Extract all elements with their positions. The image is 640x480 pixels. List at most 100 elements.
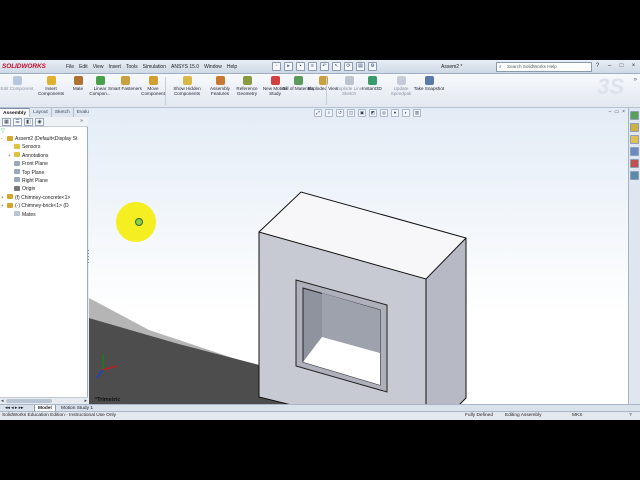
panel-expand-icon[interactable]: » — [77, 118, 86, 126]
plane-icon — [14, 169, 20, 175]
file-explorer-icon[interactable] — [630, 135, 639, 144]
edit-appearance-icon[interactable]: ● — [391, 109, 399, 117]
maximize-button[interactable]: □ — [617, 62, 626, 71]
solidworks-logo[interactable]: SOLIDWORKS — [2, 63, 46, 70]
tree-node[interactable]: Top Plane — [0, 169, 88, 177]
tree-horizontal-scrollbar[interactable]: ◂ ▸ — [0, 397, 88, 404]
menu-file[interactable]: File — [66, 64, 74, 70]
menu-simulation[interactable]: Simulation — [143, 64, 166, 70]
title-bar: SOLIDWORKS File Edit View Insert Tools S… — [0, 60, 640, 74]
command-label: Edit Component — [0, 86, 34, 91]
graphics-window-controls: – ▭ × — [609, 109, 625, 115]
command-edit-component-button[interactable]: Edit Component — [0, 76, 34, 91]
toolbar-separator — [165, 77, 166, 105]
expand-chevron-icon[interactable]: » — [634, 77, 637, 83]
tree-node[interactable]: + Annotations — [0, 152, 88, 160]
display-style-icon[interactable]: ◩ — [369, 109, 377, 117]
task-pane — [628, 108, 640, 404]
solidworks-window: SOLIDWORKS File Edit View Insert Tools S… — [0, 60, 640, 420]
rebuild-icon[interactable]: ⟳ — [344, 62, 353, 71]
command-take-snapshot-button[interactable]: Take Snapshot — [412, 76, 446, 91]
open-icon[interactable]: ▸ — [284, 62, 293, 71]
hide-show-items-icon[interactable]: ◎ — [380, 109, 388, 117]
menu-tools[interactable]: Tools — [126, 64, 138, 70]
menu-ansys[interactable]: ANSYS 15.0 — [171, 64, 199, 70]
toolbar-separator — [326, 77, 327, 105]
filter-icon[interactable]: ▽ — [1, 128, 5, 134]
explode-line-sketch-icon — [344, 76, 354, 85]
command-label: Reference Geometry — [236, 86, 258, 96]
zoom-to-fit-icon[interactable]: ⤢ — [314, 109, 322, 117]
tab-assembly[interactable]: Assembly — [0, 108, 31, 117]
menu-help[interactable]: Help — [227, 64, 237, 70]
tree-node[interactable]: Origin — [0, 185, 88, 193]
tree-node[interactable]: + (-) Chimney-brick<1> (D — [0, 202, 88, 210]
tree-node[interactable]: Right Plane — [0, 177, 88, 185]
configuration-manager-tab-icon[interactable]: ◧ — [24, 118, 33, 126]
feature-manager-tab-icon[interactable]: ▦ — [2, 118, 11, 126]
tree-node[interactable]: Mates — [0, 211, 88, 219]
help-search-placeholder: Search SolidWorks Help — [507, 64, 557, 69]
tree-node[interactable]: + (f) Chimney-concrete<1> — [0, 194, 88, 202]
scrollbar-thumb[interactable] — [6, 399, 52, 403]
command-label: Instant3D — [362, 86, 382, 91]
minimize-button[interactable]: – — [605, 62, 614, 71]
view-orientation-label: *Trimetric — [95, 397, 121, 403]
custom-properties-icon[interactable] — [630, 171, 639, 180]
tab-layout[interactable]: Layout — [30, 108, 52, 117]
restore-viewport-icon[interactable]: – — [609, 109, 612, 115]
tree-node[interactable]: Sensors — [0, 143, 88, 151]
menu-edit[interactable]: Edit — [79, 64, 88, 70]
help-icon[interactable]: ? — [593, 62, 602, 71]
move-component-icon — [148, 76, 158, 85]
close-button[interactable]: × — [629, 62, 638, 71]
menu-view[interactable]: View — [93, 64, 104, 70]
undo-icon[interactable]: ↶ — [320, 62, 329, 71]
menu-window[interactable]: Window — [204, 64, 222, 70]
tile-viewport-icon[interactable]: ▭ — [614, 109, 619, 115]
feature-manager-tree-panel: ▦ ☰ ◧ ◉ » ▽ - Assem2 (Default<Display St S… — [0, 117, 88, 404]
close-viewport-icon[interactable]: × — [622, 109, 625, 115]
design-library-icon[interactable] — [630, 123, 639, 132]
section-view-icon[interactable]: ◫ — [347, 109, 355, 117]
zoom-to-area-icon[interactable]: ⌕ — [325, 109, 333, 117]
status-defined: Fully Defined — [465, 413, 493, 418]
command-label: Take Snapshot — [413, 86, 445, 91]
tree-node[interactable]: - Assem2 (Default<Display St — [0, 135, 88, 143]
tab-sketch[interactable]: Sketch — [52, 108, 74, 117]
save-icon[interactable]: ▪ — [296, 62, 305, 71]
view-palette-icon[interactable] — [630, 147, 639, 156]
tree-node[interactable]: Front Plane — [0, 160, 88, 168]
select-icon[interactable]: ↖ — [332, 62, 341, 71]
previous-view-icon[interactable]: ↺ — [336, 109, 344, 117]
view-settings-icon[interactable]: ▥ — [413, 109, 421, 117]
options-icon[interactable]: ⚙ — [368, 62, 377, 71]
menu-insert[interactable]: Insert — [108, 64, 121, 70]
appearances-icon[interactable] — [630, 159, 639, 168]
mate-icon — [73, 76, 83, 85]
edit-component-icon — [12, 76, 22, 85]
status-help-icon[interactable]: ? — [629, 412, 632, 420]
display-manager-tab-icon[interactable]: ◉ — [35, 118, 44, 126]
search-icon: ⌕ — [499, 64, 502, 69]
status-units[interactable]: MKS — [572, 412, 582, 420]
assembly-features-icon — [215, 76, 225, 85]
heads-up-view-toolbar: ⤢ ⌕ ↺ ◫ ▣ ◩ ◎ ● ◐ ▥ — [314, 109, 421, 117]
command-show-hidden-button[interactable]: Show Hidden Components — [170, 76, 204, 96]
apply-scene-icon[interactable]: ◐ — [402, 109, 410, 117]
command-label: Update Speedpak — [390, 86, 412, 96]
graphics-area[interactable]: ⤢ ⌕ ↺ ◫ ▣ ◩ ◎ ● ◐ ▥ – ▭ × *Trimetric — [89, 108, 628, 404]
print-icon[interactable]: ≡ — [308, 62, 317, 71]
help-search-input[interactable]: ⌕ Search SolidWorks Help — [496, 62, 592, 72]
property-manager-tab-icon[interactable]: ☰ — [13, 118, 22, 126]
tree-node-label: (f) Chimney-concrete<1> — [15, 194, 71, 201]
assembly-icon — [7, 135, 13, 141]
view-orientation-icon[interactable]: ▣ — [358, 109, 366, 117]
tree-node-label: Mates — [22, 211, 36, 218]
solidworks-resources-icon[interactable] — [630, 111, 639, 120]
file-properties-icon[interactable]: ▤ — [356, 62, 365, 71]
command-label: Move Component — [141, 86, 165, 96]
new-document-icon[interactable]: ▫ — [272, 62, 281, 71]
command-label: Show Hidden Components — [173, 86, 201, 96]
status-edition: SolidWorks Education Edition - Instructi… — [2, 413, 117, 418]
